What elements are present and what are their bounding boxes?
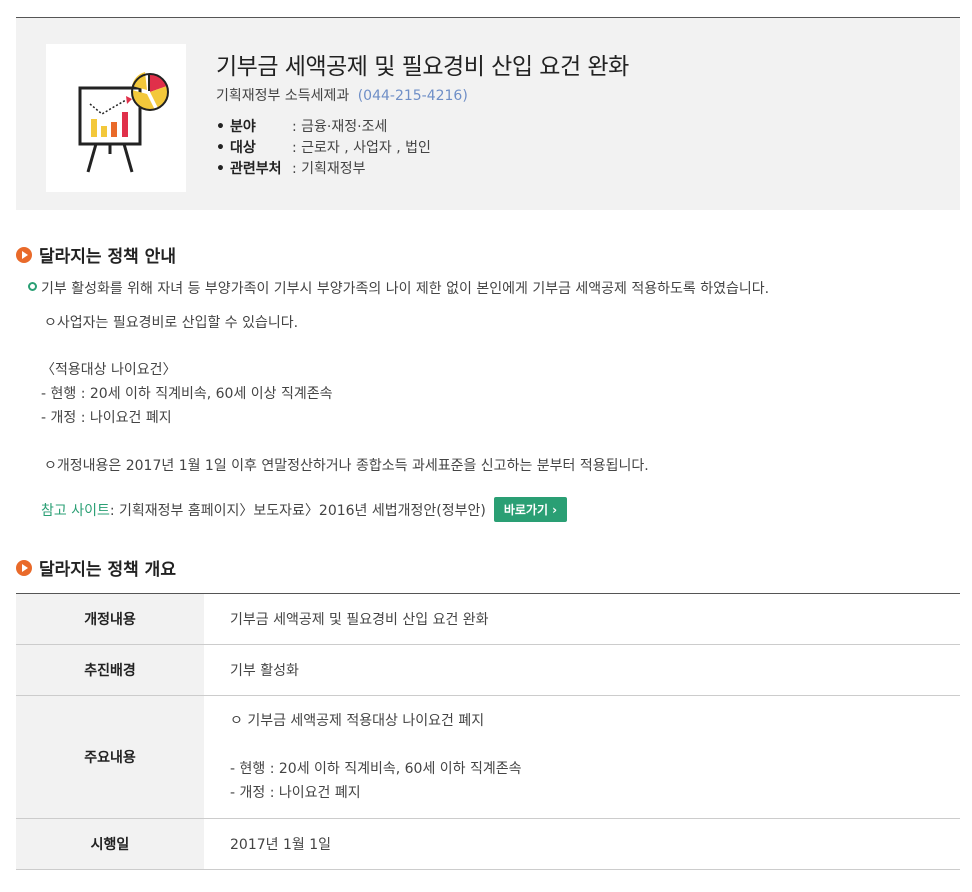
policy-meta: 분야 : 금융·재정·조세 대상 : 근로자 , 사업자 , 법인 관련부처 :… xyxy=(216,117,431,180)
row-label: 개정내용 xyxy=(16,593,204,645)
table-row: 주요내용 ㅇ 기부금 세액공제 적용대상 나이요건 폐지 - 현행 : 20세 … xyxy=(16,695,960,819)
policy-summary: 기부금 세액공제 및 필요경비 산입 요건 완화 기획재정부 소득세제과 (04… xyxy=(16,18,960,210)
go-button[interactable]: 바로가기 › xyxy=(493,497,568,522)
guide-paragraph: 〈적용대상 나이요건〉 xyxy=(41,362,177,378)
row-value: 2017년 1월 1일 xyxy=(204,818,960,870)
meta-value: : 기획재정부 xyxy=(292,161,366,177)
row-label: 시행일 xyxy=(16,818,204,870)
guide-paragraph: - 개정 : 나이요건 폐지 xyxy=(41,410,172,426)
table-row: 개정내용 기부금 세액공제 및 필요경비 산입 요건 완화 xyxy=(16,593,960,645)
overview-table: 개정내용 기부금 세액공제 및 필요경비 산입 요건 완화 추진배경 기부 활성… xyxy=(16,593,960,870)
row-value: 기부 활성화 xyxy=(204,644,960,696)
guide-paragraph: - 현행 : 20세 이하 직계비속, 60세 이상 직계존속 xyxy=(41,386,333,402)
department-contact: 기획재정부 소득세제과 (044-215-4216) xyxy=(216,85,468,105)
row-label: 주요내용 xyxy=(16,695,204,819)
reference-label: 참고 사이트 xyxy=(41,502,110,519)
reference-site: 참고 사이트 : 기획재정부 홈페이지〉보도자료〉2016년 세법개정안(정부안… xyxy=(41,497,568,522)
row-label: 추진배경 xyxy=(16,644,204,696)
section-heading-overview: 달라지는 정책 개요 xyxy=(16,555,176,580)
section-title: 달라지는 정책 개요 xyxy=(39,560,176,580)
section-title: 달라지는 정책 안내 xyxy=(39,247,176,267)
play-circle-icon xyxy=(16,559,32,576)
row-value: ㅇ 기부금 세액공제 적용대상 나이요건 폐지 - 현행 : 20세 이하 직계… xyxy=(204,695,960,819)
play-circle-icon xyxy=(16,246,32,263)
bullet-circle-icon xyxy=(28,282,37,291)
section-heading-guide: 달라지는 정책 안내 xyxy=(16,242,176,267)
meta-value: : 근로자 , 사업자 , 법인 xyxy=(292,140,431,156)
main-content-lines: ㅇ 기부금 세액공제 적용대상 나이요건 폐지 - 현행 : 20세 이하 직계… xyxy=(230,713,522,801)
page-title: 기부금 세액공제 및 필요경비 산입 요건 완화 xyxy=(216,54,629,80)
guide-paragraph: 기부 활성화를 위해 자녀 등 부양가족이 기부시 부양가족의 나이 제한 없이… xyxy=(41,281,770,297)
phone-number[interactable]: (044-215-4216) xyxy=(358,88,468,104)
meta-value: : 금융·재정·조세 xyxy=(292,119,388,135)
reference-path: : 기획재정부 홈페이지〉보도자료〉2016년 세법개정안(정부안) xyxy=(109,502,486,519)
meta-row-field: 분야 : 금융·재정·조세 xyxy=(216,117,431,138)
guide-paragraph: ㅇ사업자는 필요경비로 산입할 수 있습니다. xyxy=(44,315,299,331)
department-name: 기획재정부 소득세제과 xyxy=(216,88,350,104)
presentation-chart-icon xyxy=(46,44,186,192)
meta-key: 대상 xyxy=(216,138,292,159)
meta-key: 관련부처 xyxy=(216,159,292,180)
meta-row-target: 대상 : 근로자 , 사업자 , 법인 xyxy=(216,138,431,159)
row-value: 기부금 세액공제 및 필요경비 산입 요건 완화 xyxy=(204,593,960,645)
meta-key: 분야 xyxy=(216,117,292,138)
guide-paragraph: ㅇ개정내용은 2017년 1월 1일 이후 연말정산하거나 종합소득 과세표준을… xyxy=(44,458,649,474)
table-row: 추진배경 기부 활성화 xyxy=(16,644,960,696)
meta-row-ministry: 관련부처 : 기획재정부 xyxy=(216,159,431,180)
table-row: 시행일 2017년 1월 1일 xyxy=(16,818,960,870)
